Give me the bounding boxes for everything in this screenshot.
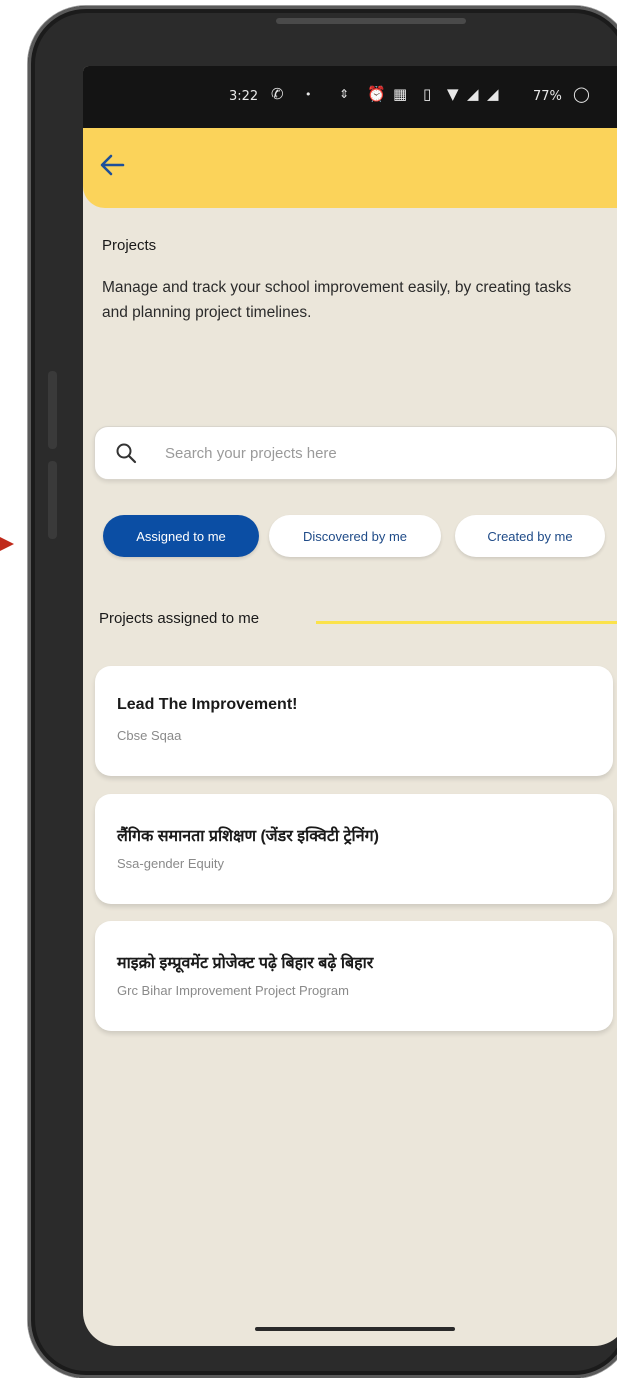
- battery-saver-icon: ◯: [573, 85, 590, 103]
- tab-discovered-by-me[interactable]: Discovered by me: [269, 515, 441, 557]
- hd-icon: ▦: [393, 85, 408, 103]
- data-speed-icon: ⇕: [339, 87, 350, 101]
- section-heading: Projects assigned to me: [99, 610, 260, 627]
- search-input[interactable]: [163, 435, 597, 471]
- wifi-icon: ▼: [447, 85, 459, 103]
- project-subtitle: Grc Bihar Improvement Project Program: [117, 983, 349, 998]
- dot-icon: •: [305, 88, 312, 101]
- search-bar[interactable]: [94, 426, 617, 480]
- section-divider: [316, 621, 617, 624]
- arrow-left-icon[interactable]: [97, 150, 127, 180]
- tab-label: Created by me: [487, 528, 573, 544]
- tab-label: Discovered by me: [302, 528, 408, 544]
- whatsapp-icon: ✆: [271, 85, 284, 103]
- project-card[interactable]: माइक्रो इम्प्रूवमेंट प्रोजेक्ट पढ़े बिहा…: [95, 921, 613, 1031]
- project-subtitle: Ssa-gender Equity: [117, 856, 224, 871]
- project-card[interactable]: लैंगिक समानता प्रशिक्षण (जेंडर इक्विटी ट…: [95, 794, 613, 904]
- signal-icon-2: ◢: [487, 85, 499, 103]
- project-title: माइक्रो इम्प्रूवमेंट प्रोजेक्ट पढ़े बिहा…: [117, 955, 374, 972]
- signal-icon: ◢: [467, 85, 479, 103]
- vibrate-icon: ▯: [423, 85, 432, 103]
- speaker-grille: [276, 18, 466, 24]
- tab-created-by-me[interactable]: Created by me: [455, 515, 605, 557]
- project-card[interactable]: Lead The Improvement! Cbse Sqaa: [95, 666, 613, 776]
- page-title: Projects: [102, 237, 157, 254]
- red-pointer-arrow: [0, 537, 14, 551]
- status-bar: 3:22 ✆ • ⇕ ⏰ ▦ ▯ ▼ ◢ ◢ 77% ◯: [83, 66, 617, 128]
- project-title: लैंगिक समानता प्रशिक्षण (जेंडर इक्विटी ट…: [117, 828, 379, 845]
- home-indicator[interactable]: [255, 1327, 455, 1331]
- project-title: Lead The Improvement!: [117, 696, 298, 713]
- phone-frame: 3:22 ✆ • ⇕ ⏰ ▦ ▯ ▼ ◢ ◢ 77% ◯ Projects Ma…: [28, 6, 617, 1378]
- app-screen: 3:22 ✆ • ⇕ ⏰ ▦ ▯ ▼ ◢ ◢ 77% ◯ Projects Ma…: [83, 66, 617, 1346]
- status-time: 3:22: [229, 89, 259, 104]
- page-description: Manage and track your school improvement…: [102, 279, 572, 321]
- volume-up-button: [48, 371, 57, 449]
- volume-down-button: [48, 461, 57, 539]
- tab-label: Assigned to me: [136, 528, 226, 544]
- search-icon: [116, 443, 137, 464]
- app-bar: [83, 128, 617, 208]
- tab-assigned-to-me[interactable]: Assigned to me: [103, 515, 259, 557]
- project-subtitle: Cbse Sqaa: [117, 728, 182, 743]
- battery-percentage: 77%: [533, 89, 562, 104]
- alarm-icon: ⏰: [367, 85, 386, 103]
